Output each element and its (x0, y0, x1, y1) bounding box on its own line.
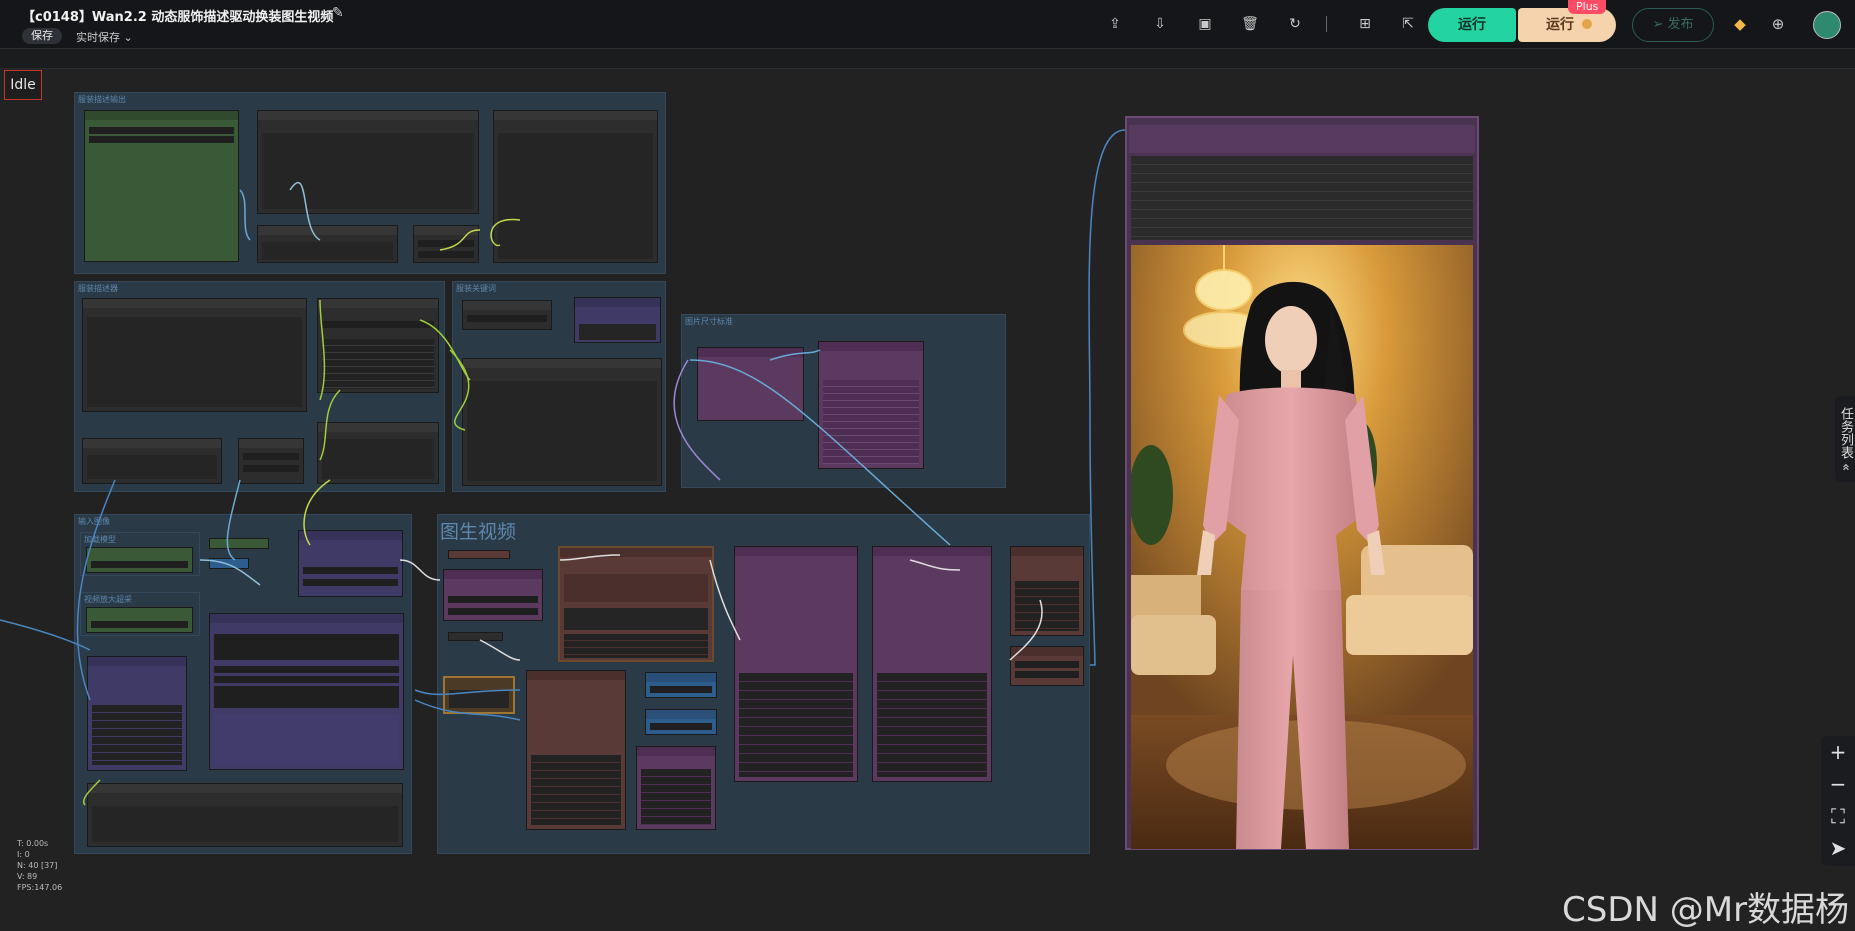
subgroup-load-model[interactable]: 加载模型 (80, 532, 200, 576)
node-video-decode[interactable] (1010, 546, 1084, 636)
node-video-magenta-a[interactable] (443, 569, 543, 621)
workflow-title: 【c0148】Wan2.2 动态服饰描述驱动换装图生视频 (22, 10, 334, 25)
fit-view-icon[interactable]: ⛶ (1821, 800, 1855, 832)
node-video-blue-a[interactable] (645, 672, 717, 698)
group-image-size[interactable]: 图片尺寸标准 (681, 314, 1006, 488)
node-input-text[interactable] (87, 783, 403, 847)
gallery-icon[interactable]: ▣ (1196, 15, 1214, 33)
autosave-label: 实时保存 (76, 31, 120, 44)
node-input-purple-b[interactable] (87, 656, 187, 771)
run-plus-label: 运行 (1546, 17, 1574, 33)
zoom-controls: + − ⛶ ➤ (1821, 736, 1855, 866)
node-size-a[interactable] (697, 347, 804, 421)
node-small-blue[interactable] (209, 558, 249, 569)
group-title: 图生视频 (440, 521, 517, 543)
node-size-b[interactable] (818, 341, 924, 469)
group-input-image[interactable]: 输入图像 加载模型 视频放大超采 (74, 514, 412, 854)
node-string-b[interactable] (413, 225, 479, 263)
group-title: 图片尺寸标准 (685, 317, 733, 326)
node-video-brown-b[interactable] (526, 670, 626, 830)
zoom-out-icon[interactable]: − (1821, 768, 1855, 800)
node-preview-text[interactable] (493, 110, 658, 263)
node-upscale-model[interactable] (86, 607, 193, 633)
node-text-display[interactable] (257, 110, 479, 214)
output-node-widgets[interactable] (1131, 156, 1473, 240)
node-video-sampler-hi[interactable] (734, 546, 858, 782)
trash-icon[interactable]: 🗑 (1241, 15, 1259, 33)
autosave-toggle[interactable]: 实时保存 ⌄ (76, 29, 133, 45)
globe-icon[interactable]: ⊕ (1769, 15, 1787, 33)
subgroup-upscale[interactable]: 视频放大超采 (80, 592, 200, 636)
group-clothing-describer[interactable]: 服装描述器 (74, 281, 445, 492)
node-describer-out-a[interactable] (82, 438, 222, 484)
diamond-icon[interactable]: ◆ (1731, 15, 1749, 33)
node-video-small[interactable] (448, 632, 503, 641)
plus-badge: Plus (1568, 0, 1607, 14)
canvas-stats: T: 0.00s I: 0 N: 40 [37] V: 89 FPS:147.0… (17, 838, 62, 893)
save-button[interactable]: 保存 (22, 28, 62, 44)
pencil-icon[interactable]: ✎ (332, 5, 344, 21)
node-image-loader[interactable] (84, 110, 239, 262)
subgroup-title: 视频放大超采 (84, 595, 132, 604)
publish-label: 发布 (1667, 17, 1694, 32)
group-title: 输入图像 (78, 517, 110, 526)
publish-button[interactable]: ➢ 发布 (1632, 8, 1714, 42)
group-clothing-keywords[interactable]: 服装关键词 (452, 281, 666, 492)
output-image (1131, 245, 1473, 849)
node-video-combine[interactable] (1010, 646, 1084, 686)
export-icon[interactable]: ⇱ (1399, 15, 1417, 33)
node-keyword-text[interactable] (462, 358, 662, 486)
run-button[interactable]: 运行 (1428, 8, 1516, 42)
task-list-tab[interactable]: 任务列表 « (1835, 396, 1855, 482)
toolbar-divider (1326, 16, 1327, 32)
stat-nodes: N: 40 [37] (17, 861, 58, 870)
group-clothing-output[interactable]: 服装描述输出 (74, 92, 666, 274)
chevron-down-icon: ⌄ (123, 31, 133, 44)
node-keyword-a[interactable] (462, 300, 552, 330)
output-node-header (1129, 125, 1475, 153)
node-describer-settings[interactable] (317, 298, 439, 393)
zoom-in-icon[interactable]: + (1821, 736, 1855, 768)
stat-fps: FPS:147.06 (17, 883, 63, 892)
node-video-orange[interactable] (443, 676, 515, 714)
watermark: CSDN @Mr数据杨 (1562, 890, 1850, 930)
group-title: 服装描述输出 (78, 95, 126, 104)
node-keyword-b[interactable] (574, 297, 661, 343)
refresh-icon[interactable]: ↻ (1286, 15, 1304, 33)
node-video-sampler[interactable] (558, 546, 714, 662)
status-idle: Idle (4, 70, 42, 100)
node-describer-out-b[interactable] (238, 438, 304, 484)
node-small-green[interactable] (209, 538, 269, 549)
node-small-brown[interactable] (448, 550, 510, 559)
tab-strip (0, 49, 1855, 69)
group-title: 服装关键词 (456, 284, 496, 293)
navigate-icon[interactable]: ➤ (1821, 832, 1855, 864)
node-video-sampler-lo[interactable] (872, 546, 992, 782)
group-title: 服装描述器 (78, 284, 118, 293)
group-image-to-video[interactable]: 图生视频 (437, 514, 1090, 854)
node-describer-out-c[interactable] (317, 422, 439, 484)
stat-v: V: 89 (17, 872, 38, 881)
cloud-download-icon[interactable]: ⇩ (1151, 15, 1169, 33)
subgroup-title: 加载模型 (84, 535, 116, 544)
node-video-magenta-b[interactable] (636, 746, 716, 830)
avatar[interactable] (1813, 11, 1841, 39)
top-bar: 【c0148】Wan2.2 动态服饰描述驱动换装图生视频 ✎ 保存 实时保存 ⌄… (0, 0, 1855, 49)
node-describer-prompt[interactable] (82, 298, 307, 412)
coin-icon (1582, 19, 1592, 29)
node-video-blue-b[interactable] (645, 709, 717, 735)
send-icon: ➢ (1652, 17, 1664, 32)
cloud-upload-icon[interactable]: ⇪ (1106, 15, 1124, 33)
grid-icon[interactable]: ⊞ (1356, 15, 1374, 33)
node-input-purple-c[interactable] (209, 613, 404, 770)
node-input-purple-a[interactable] (298, 530, 403, 597)
stat-i: I: 0 (17, 850, 30, 859)
stat-time: T: 0.00s (17, 839, 49, 848)
node-string-a[interactable] (257, 225, 398, 263)
node-load-model[interactable] (86, 547, 193, 573)
